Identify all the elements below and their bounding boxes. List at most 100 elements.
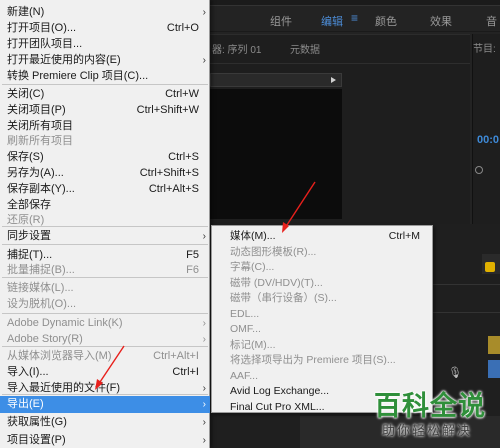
menu-item-shortcut: Ctrl+Shift+S xyxy=(139,167,199,179)
menu-item-label: 保存(S) xyxy=(7,151,44,163)
export-menu-item[interactable]: 磁带（串行设备）(S)... xyxy=(212,291,432,307)
menu-item-label: 同步设置 xyxy=(7,230,51,242)
program-timecode[interactable]: 00:0 xyxy=(477,134,499,146)
watermark-title: 百科全说 xyxy=(374,391,486,422)
file-menu-item[interactable]: 关闭项目(P) Ctrl+Shift+W xyxy=(0,102,210,119)
file-menu-item[interactable]: Adobe Dynamic Link(K) › xyxy=(0,315,210,332)
file-menu-item[interactable]: 批量捕捉(B)... F6 xyxy=(0,262,210,279)
menu-item-label: 获取属性(G) xyxy=(7,416,67,428)
file-menu-item[interactable]: 新建(N) › xyxy=(0,4,210,21)
menu-item-label: AAF... xyxy=(230,370,259,382)
file-menu-item[interactable]: 还原(R) xyxy=(0,212,210,229)
file-menu-item[interactable]: 关闭(C) Ctrl+W xyxy=(0,86,210,103)
menu-item-shortcut: Ctrl+Alt+I xyxy=(153,350,199,362)
source-monitor-panel: 器: 序列 01 元数据 xyxy=(210,34,470,224)
program-panel-title[interactable]: 节目: xyxy=(473,40,496,55)
menu-item-label: 导入(I)... xyxy=(7,366,49,378)
export-menu-item[interactable]: OMF... xyxy=(212,322,432,338)
tab-audio[interactable]: 音 xyxy=(486,13,497,29)
menu-item-label: 将选择项导出为 Premiere 项目(S)... xyxy=(230,354,396,366)
menu-separator xyxy=(2,313,208,314)
file-menu-item[interactable]: 转换 Premiere Clip 项目(C)... xyxy=(0,68,210,85)
menu-item-shortcut: Ctrl+I xyxy=(172,366,199,378)
file-menu-item[interactable]: 打开团队项目... xyxy=(0,36,210,53)
menu-item-label: 导入最近使用的文件(F) xyxy=(7,382,121,394)
menu-item-label: 打开最近使用的内容(E) xyxy=(7,54,121,66)
file-menu-item[interactable]: 打开最近使用的内容(E) › xyxy=(0,52,210,69)
file-menu-item[interactable]: 导出(E) › xyxy=(0,396,210,413)
export-menu-item[interactable]: 磁带 (DV/HDV)(T)... xyxy=(212,276,432,292)
menu-item-shortcut: Ctrl+S xyxy=(168,151,199,163)
file-menu-item[interactable]: 保存(S) Ctrl+S xyxy=(0,149,210,166)
menu-item-label: Adobe Dynamic Link(K) xyxy=(7,317,123,329)
workspace-menu-icon[interactable]: ≡ xyxy=(351,11,358,25)
file-menu-item[interactable]: 从媒体浏览器导入(M) Ctrl+Alt+I xyxy=(0,348,210,365)
tab-color[interactable]: 颜色 xyxy=(375,13,397,29)
tab-editing[interactable]: 编辑 xyxy=(321,13,343,29)
menu-item-label: 链接媒体(L)... xyxy=(7,282,74,294)
export-menu-item[interactable]: 媒体(M)... Ctrl+M xyxy=(212,229,432,245)
export-menu-item[interactable]: 将选择项导出为 Premiere 项目(S)... xyxy=(212,353,432,369)
submenu-arrow-icon: › xyxy=(202,7,206,18)
watermark-subtitle: 助你轻松解决 xyxy=(382,424,473,439)
file-menu-item[interactable]: 项目设置(P) › xyxy=(0,432,210,448)
menu-item-label: 标记(M)... xyxy=(230,339,276,351)
submenu-arrow-icon: › xyxy=(202,55,206,66)
source-viewer xyxy=(210,89,342,219)
export-menu-item[interactable]: 动态图形模板(R)... xyxy=(212,245,432,261)
file-menu-item[interactable]: 刷新所有项目 xyxy=(0,133,210,150)
microphone-icon[interactable]: 🎙 xyxy=(448,366,462,379)
video-clip[interactable] xyxy=(488,336,500,354)
menu-item-label: 打开项目(O)... xyxy=(7,22,77,34)
submenu-arrow-icon: › xyxy=(202,318,206,329)
submenu-arrow-icon: › xyxy=(202,231,206,242)
menu-item-label: 新建(N) xyxy=(7,6,45,18)
menu-item-label: 关闭(C) xyxy=(7,88,45,100)
tab-effects[interactable]: 效果 xyxy=(430,13,452,29)
submenu-arrow-icon: › xyxy=(202,334,206,345)
menu-item-shortcut: Ctrl+M xyxy=(388,230,420,242)
export-menu-item[interactable]: 字幕(C)... xyxy=(212,260,432,276)
panel-divider xyxy=(210,63,470,64)
submenu-arrow-icon: › xyxy=(202,383,206,394)
export-menu-item[interactable]: AAF... xyxy=(212,369,432,385)
menu-item-label: Adobe Story(R) xyxy=(7,333,83,345)
source-panel-title[interactable]: 器: 序列 01 xyxy=(212,41,261,56)
play-icon xyxy=(331,77,336,83)
menu-item-label: OMF... xyxy=(230,323,261,335)
menu-item-label: 媒体(M)... xyxy=(230,230,276,242)
watermark-logo: 百科全说 助你轻松解决 xyxy=(370,384,496,440)
metadata-tab[interactable]: 元数据 xyxy=(290,41,320,56)
menu-item-label: 项目设置(P) xyxy=(7,434,66,446)
source-dropdown[interactable] xyxy=(210,73,342,87)
menu-item-label: 打开团队项目... xyxy=(7,38,83,50)
submenu-arrow-icon: › xyxy=(202,399,206,410)
file-menu-item[interactable]: 打开项目(O)... Ctrl+O xyxy=(0,20,210,37)
tab-components[interactable]: 组件 xyxy=(270,13,292,29)
file-menu-item[interactable]: 设为脱机(O)... xyxy=(0,296,210,313)
menu-item-label: 关闭项目(P) xyxy=(7,104,66,116)
file-menu-item[interactable]: 导入(I)... Ctrl+I xyxy=(0,364,210,381)
file-menu-item[interactable]: 导入最近使用的文件(F) › xyxy=(0,380,210,397)
file-menu-item[interactable]: 链接媒体(L)... xyxy=(0,280,210,297)
playhead-marker-icon[interactable] xyxy=(485,262,495,272)
playhead-icon xyxy=(475,166,483,174)
menu-item-shortcut: Ctrl+Shift+W xyxy=(136,104,199,116)
menu-item-shortcut: Ctrl+Alt+S xyxy=(148,183,199,195)
menu-item-label: Final Cut Pro XML... xyxy=(230,401,325,413)
menu-item-label: EDL... xyxy=(230,308,260,320)
file-menu-item[interactable]: Adobe Story(R) › xyxy=(0,331,210,348)
file-menu-item[interactable]: 同步设置 › xyxy=(0,228,210,245)
file-menu-item[interactable]: 保存副本(Y)... Ctrl+Alt+S xyxy=(0,181,210,198)
audio-clip[interactable] xyxy=(488,360,500,378)
file-menu-item[interactable]: 另存为(A)... Ctrl+Shift+S xyxy=(0,165,210,182)
menu-item-label: 还原(R) xyxy=(7,214,45,226)
export-menu-item[interactable]: 标记(M)... xyxy=(212,338,432,354)
file-menu-item[interactable]: 获取属性(G) › xyxy=(0,414,210,431)
submenu-arrow-icon: › xyxy=(202,417,206,428)
menu-item-label: 字幕(C)... xyxy=(230,261,275,273)
submenu-arrow-icon: › xyxy=(202,435,206,446)
menu-item-label: 刷新所有项目 xyxy=(7,135,73,147)
workspace-tabs: 组件 编辑 ≡ 颜色 效果 音 xyxy=(210,6,500,32)
export-menu-item[interactable]: EDL... xyxy=(212,307,432,323)
